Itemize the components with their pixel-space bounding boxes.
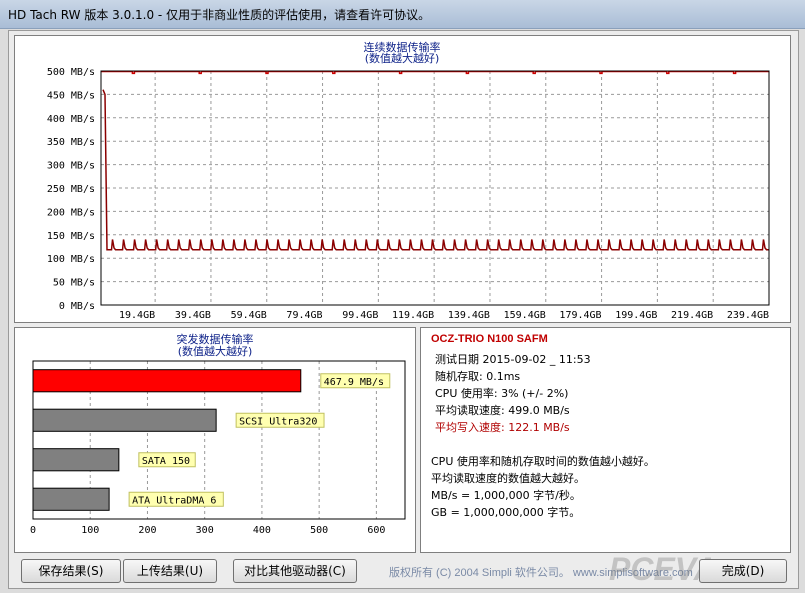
seq-title-line2: (数值越大越好) (365, 51, 440, 65)
random-access-time: 随机存取: 0.1ms (435, 370, 521, 383)
write-series-line (102, 89, 769, 251)
seq-x-tick-label: 119.4GB (392, 310, 434, 321)
note-mbps: MB/s = 1,000,000 字节/秒。 (431, 489, 581, 502)
main-window: 连续数据传输率 (数值越大越好) 0 MB/s 50 MB/s 100 MB/s 15… (8, 30, 799, 589)
upload-results-button[interactable]: 上传结果(U) (123, 559, 217, 583)
seq-x-tick-label: 199.4GB (615, 310, 657, 321)
note-read: 平均读取速度的数值越大越好。 (431, 472, 585, 485)
burst-bar (32, 487, 110, 511)
burst-bar-label: 467.9 MB/s (324, 377, 384, 388)
seq-x-tick-label: 219.4GB (671, 310, 713, 321)
seq-x-tick-label: 139.4GB (448, 310, 490, 321)
read-series-line (101, 70, 769, 75)
burst-x-tick-label: 600 (367, 525, 385, 536)
burst-x-tick-label: 500 (310, 525, 328, 536)
compare-drives-button[interactable]: 对比其他驱动器(C) (233, 559, 357, 583)
plot-frame (100, 70, 770, 306)
burst-bar (32, 369, 302, 393)
note-gb: GB = 1,000,000,000 字节。 (431, 506, 581, 519)
results-info-panel: OCZ-TRIO N100 SAFM 测试日期 2015-09-02 _ 11:… (420, 327, 791, 553)
average-read: 平均读取速度: 499.0 MB/s (435, 404, 570, 417)
burst-x-tick-label: 200 (138, 525, 156, 536)
note-cpu: CPU 使用率和随机存取时间的数值越小越好。 (431, 455, 655, 468)
title-bar: HD Tach RW 版本 3.0.1.0 - 仅用于非商业性质的评估使用，请查… (0, 0, 805, 29)
seq-y-tick-label: 150 MB/s (47, 231, 95, 242)
seq-y-tick-label: 250 MB/s (47, 184, 95, 195)
test-date: 测试日期 2015-09-02 _ 11:53 (435, 353, 591, 366)
seq-y-tick-label: 100 MB/s (47, 254, 95, 265)
seq-x-tick-label: 39.4GB (175, 310, 211, 321)
burst-bar (32, 448, 120, 472)
seq-x-tick-label: 19.4GB (119, 310, 155, 321)
done-button[interactable]: 完成(D) (699, 559, 787, 583)
burst-x-tick-label: 100 (81, 525, 99, 536)
burst-transfer-chart: 突发数据传输率 (数值越大越好) 467.9 MB/s SCSI Ultra320… (30, 332, 406, 536)
seq-x-tick-label: 79.4GB (286, 310, 322, 321)
burst-title-line1: 突发数据传输率 (177, 332, 254, 346)
burst-x-tick-label: 400 (253, 525, 271, 536)
average-write: 平均写入速度: 122.1 MB/s (435, 421, 570, 434)
seq-y-tick-label: 50 MB/s (53, 278, 95, 289)
seq-y-tick-label: 450 MB/s (47, 90, 95, 101)
seq-x-tick-label: 99.4GB (342, 310, 378, 321)
seq-y-tick-label: 200 MB/s (47, 207, 95, 218)
sequential-transfer-chart: 连续数据传输率 (数值越大越好) 0 MB/s50 MB/s100 MB/s15… (47, 40, 770, 321)
seq-y-tick-label: 400 MB/s (47, 114, 95, 125)
seq-x-tick-label: 59.4GB (231, 310, 267, 321)
seq-y-tick-label: 300 MB/s (47, 161, 95, 172)
burst-x-tick-label: 300 (196, 525, 214, 536)
sequential-transfer-panel: 连续数据传输率 (数值越大越好) 0 MB/s 50 MB/s 100 MB/s 15… (14, 35, 791, 323)
cpu-usage: CPU 使用率: 3% (+/- 2%) (435, 387, 569, 400)
seq-x-tick-label: 159.4GB (504, 310, 546, 321)
burst-title-line2: (数值越大越好) (178, 344, 253, 358)
seq-y-tick-label: 0 MB/s (59, 301, 95, 312)
seq-x-tick-label: 179.4GB (559, 310, 601, 321)
burst-bar-label: ATA UltraDMA 6 (132, 495, 216, 506)
burst-bar-label: SCSI Ultra320 (239, 416, 317, 427)
seq-y-tick-label: 350 MB/s (47, 137, 95, 148)
burst-bar-label: SATA 150 (142, 456, 190, 467)
burst-transfer-panel: 突发数据传输率 (数值越大越好) 467.9 MB/s SCSI Ultra320… (14, 327, 416, 553)
window-title: HD Tach RW 版本 3.0.1.0 - 仅用于非商业性质的评估使用，请查… (8, 8, 431, 22)
burst-bar (32, 408, 217, 432)
seq-x-tick-label: 239.4GB (727, 310, 769, 321)
seq-y-tick-label: 500 MB/s (47, 67, 95, 78)
save-results-button[interactable]: 保存结果(S) (21, 559, 121, 583)
burst-x-tick-label: 0 (30, 525, 36, 536)
drive-name: OCZ-TRIO N100 SAFM (431, 333, 548, 345)
